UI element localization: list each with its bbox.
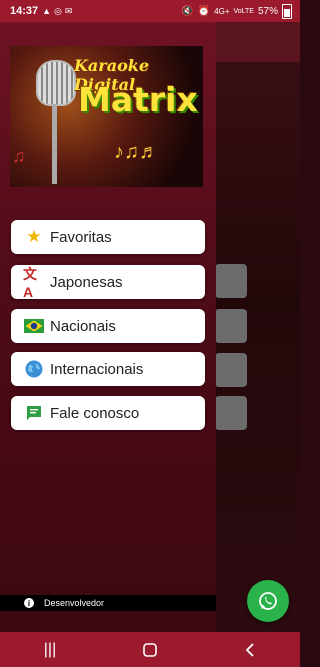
microphone-icon <box>36 60 76 106</box>
instagram-icon: ◎ <box>54 5 62 16</box>
battery-icon <box>282 3 292 19</box>
menu-item-label: Internacionais <box>50 360 144 378</box>
volte-icon: VoLTE <box>233 7 254 15</box>
info-icon: i <box>24 598 34 608</box>
developer-link[interactable]: i Desenvolvedor <box>0 595 216 611</box>
menu-item-label: Fale conosco <box>50 404 140 422</box>
alarm-icon: ⏰ <box>197 5 211 17</box>
battery-percent: 57% <box>257 5 278 17</box>
status-system-icons: 🔇 ⏰ 4G+ VoLTE 57% <box>181 3 292 19</box>
mute-icon: 🔇 <box>181 5 194 17</box>
menu-item-japonesas[interactable]: 文A Japonesas <box>11 265 205 300</box>
gallery-icon: ▲ <box>42 5 52 16</box>
whatsapp-button[interactable] <box>247 580 289 622</box>
developer-label: Desenvolvedor <box>44 598 105 608</box>
home-icon[interactable] <box>120 635 180 665</box>
signal-4g-icon: 4G+ <box>214 6 230 16</box>
globe-icon <box>23 358 45 380</box>
chat-icon <box>23 402 45 424</box>
system-nav-bar: ||| <box>0 632 300 667</box>
app-logo: Karaoke Digital Matrix ♪♫♬ ♫ <box>10 46 203 187</box>
menu-item-nacionais[interactable]: Nacionais <box>11 309 205 343</box>
star-icon: ★ <box>26 227 42 246</box>
mail-icon: ✉ <box>64 5 73 16</box>
status-notification-icons: ▲ ◎ ✉ <box>42 6 72 17</box>
menu-item-label: Japonesas <box>50 273 123 291</box>
music-notes-icon: ♪♫♬ <box>114 141 159 163</box>
music-note-icon: ♫ <box>12 146 26 166</box>
menu-item-internacionais[interactable]: Internacionais <box>11 352 205 386</box>
whatsapp-icon <box>259 592 277 610</box>
background-button <box>215 353 247 387</box>
status-time: 14:37 <box>10 5 39 17</box>
menu-item-favoritas[interactable]: ★ Favoritas <box>11 220 205 254</box>
status-bar: 14:37 ▲ ◎ ✉ 🔇 ⏰ 4G+ VoLTE 57% <box>0 0 300 22</box>
navigation-drawer: Karaoke Digital Matrix ♪♫♬ ♫ ★ Favoritas… <box>0 22 216 632</box>
background-button <box>215 309 247 343</box>
background-button <box>215 396 247 430</box>
brazil-flag-icon <box>23 315 45 337</box>
logo-subtitle: Matrix <box>78 80 198 119</box>
translate-icon: 文A <box>23 266 37 300</box>
microphone-stand <box>52 104 57 184</box>
menu-item-label: Nacionais <box>50 317 116 335</box>
menu-item-fale-conosco[interactable]: Fale conosco <box>11 396 205 430</box>
recents-icon[interactable]: ||| <box>20 635 80 665</box>
background-button <box>215 264 247 298</box>
menu-item-label: Favoritas <box>50 228 112 246</box>
back-icon[interactable] <box>220 635 280 665</box>
